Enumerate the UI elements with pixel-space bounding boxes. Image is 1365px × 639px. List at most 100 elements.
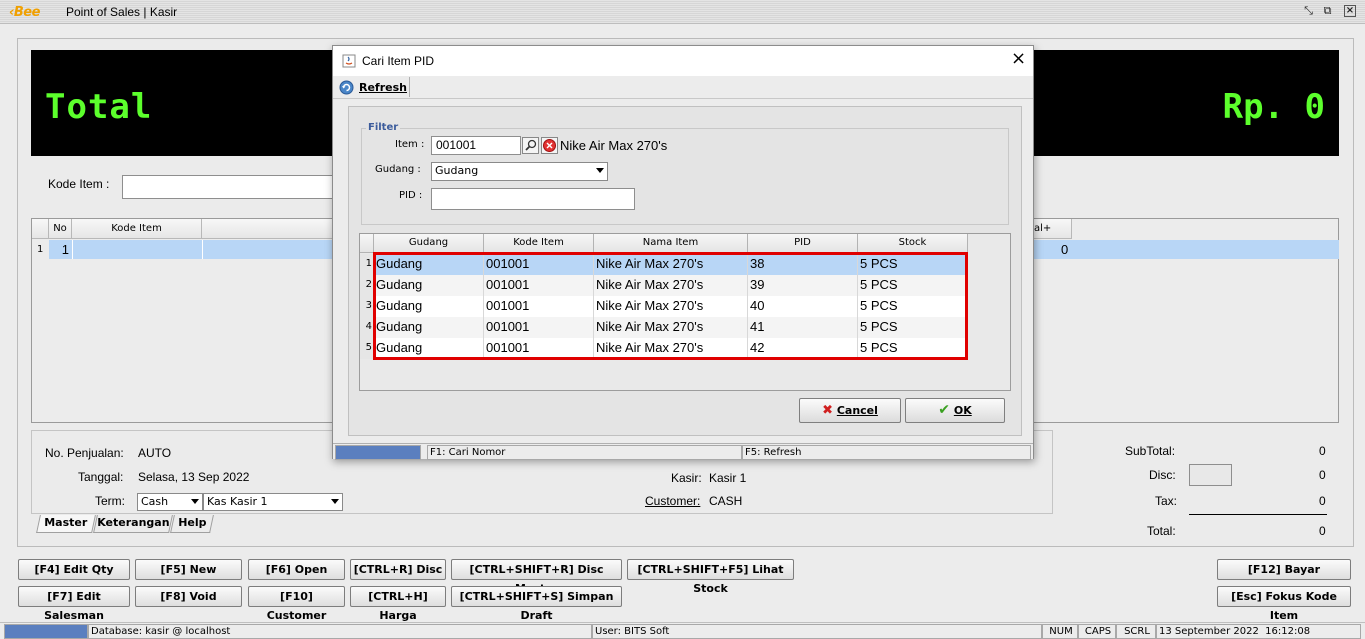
- dialog-status-progress: [335, 445, 421, 460]
- pid-input[interactable]: [431, 188, 635, 210]
- subtotal-label: SubTotal:: [1125, 444, 1176, 458]
- tab-keterangan[interactable]: Keterangan: [93, 515, 173, 533]
- status-database: Database: kasir @ localhost: [88, 624, 592, 639]
- kas-select[interactable]: Kas Kasir 1: [203, 493, 343, 511]
- status-scrl: SCRL: [1116, 624, 1156, 639]
- status-bar: Database: kasir @ localhost User: BITS S…: [0, 622, 1365, 639]
- window-title: Point of Sales | Kasir: [66, 5, 178, 19]
- pid-label: PID :: [399, 190, 423, 201]
- disc-button[interactable]: [CTRL+R] Disc: [350, 559, 446, 580]
- status-datetime: 13 September 2022 16:12:08: [1156, 624, 1361, 639]
- title-bar: ‹Bee Point of Sales | Kasir ⤡ ⧉ ×: [0, 0, 1365, 24]
- column-header: [202, 219, 333, 239]
- harga-button[interactable]: [CTRL+H] Harga: [350, 586, 446, 622]
- cari-item-pid-dialog: Cari Item PID × Refresh Filter Item : 00…: [332, 45, 1034, 460]
- gudang-select[interactable]: Gudang: [431, 162, 608, 181]
- kasir-label: Kasir:: [671, 471, 702, 485]
- row-number: 2: [360, 275, 374, 296]
- kode-item-input[interactable]: [122, 175, 334, 199]
- tab-master-label: Master: [44, 516, 88, 529]
- column-header-kode-item: Kode Item: [484, 234, 594, 253]
- new-button[interactable]: [F5] New: [135, 559, 242, 580]
- term-select[interactable]: Cash: [137, 493, 203, 511]
- tax-label: Tax:: [1155, 494, 1178, 508]
- simpan-draft-button[interactable]: [CTRL+SHIFT+S] Simpan Draft: [451, 586, 622, 622]
- minimize-icon[interactable]: ⤡: [1301, 4, 1316, 19]
- kas-selected: Kas Kasir 1: [207, 495, 268, 508]
- app-logo: ‹Bee: [9, 5, 40, 20]
- disc-label: Disc:: [1149, 468, 1176, 482]
- tab-help[interactable]: Help: [170, 515, 214, 533]
- edit-salesman-button[interactable]: [F7] Edit Salesman: [18, 586, 130, 622]
- edit-qty-button[interactable]: [F4] Edit Qty: [18, 559, 130, 580]
- column-header-nama-item: Nama Item: [594, 234, 748, 253]
- row-number: 5: [360, 338, 374, 359]
- kode-item-label: Kode Item :: [48, 177, 110, 191]
- kasir-value: Kasir 1: [709, 471, 747, 485]
- clear-icon: [543, 139, 556, 152]
- total-label: Total:: [1147, 524, 1176, 538]
- lihat-stock-button[interactable]: [CTRL+SHIFT+F5] Lihat Stock: [627, 559, 794, 595]
- total-value: 0: [1319, 524, 1326, 538]
- dialog-toolbar: Refresh: [333, 76, 1033, 99]
- display-total-amount: Rp. 0: [1222, 87, 1325, 127]
- dialog-title: Cari Item PID: [362, 54, 435, 68]
- status-user: User: BITS Soft: [592, 624, 1042, 639]
- customer-button[interactable]: [F10] Customer: [248, 586, 345, 622]
- item-input[interactable]: 001001: [431, 136, 521, 155]
- cancel-icon: ✖: [822, 403, 833, 418]
- tab-help-label: Help: [178, 516, 207, 529]
- cell-divider: [72, 240, 73, 259]
- column-header-no: No: [49, 219, 72, 239]
- column-header-stock: Stock: [858, 234, 968, 253]
- chevron-down-icon: [596, 168, 604, 173]
- dialog-status-f5: F5: Refresh: [742, 445, 1031, 460]
- no-penjualan-label: No. Penjualan:: [45, 446, 124, 460]
- term-label: Term:: [95, 494, 125, 508]
- ok-button[interactable]: ✔ OK: [905, 398, 1005, 423]
- search-button[interactable]: [522, 137, 539, 154]
- column-header-gudang: Gudang: [374, 234, 484, 253]
- status-num: NUM: [1042, 624, 1078, 639]
- gudang-selected: Gudang: [435, 164, 479, 177]
- check-icon: ✔: [938, 402, 950, 418]
- row-header-corner: [32, 219, 49, 239]
- refresh-icon: [339, 80, 354, 95]
- dialog-status-f1: F1: Cari Nomor: [427, 445, 742, 460]
- clear-button[interactable]: [541, 137, 558, 154]
- close-window-icon[interactable]: ×: [1344, 5, 1356, 17]
- void-button[interactable]: [F8] Void: [135, 586, 242, 607]
- dialog-status-bar: F1: Cari Nomor F5: Refresh: [333, 443, 1033, 460]
- disc-master-button[interactable]: [CTRL+SHIFT+R] Disc Master: [451, 559, 622, 595]
- status-progress: [4, 624, 88, 639]
- row-number: 3: [360, 296, 374, 317]
- search-icon: [525, 139, 537, 151]
- open-button[interactable]: [F6] Open: [248, 559, 345, 580]
- row-number: 1: [360, 254, 374, 275]
- tax-value: 0: [1319, 494, 1326, 508]
- term-selected: Cash: [141, 495, 169, 508]
- column-header-total: al+: [1032, 219, 1072, 239]
- cancel-label: Cancel: [836, 404, 878, 417]
- bayar-button[interactable]: [F12] Bayar: [1217, 559, 1351, 580]
- filter-legend: Filter: [366, 122, 401, 133]
- refresh-button[interactable]: Refresh: [337, 77, 410, 97]
- refresh-label: Refresh: [359, 81, 407, 94]
- customer-label[interactable]: Customer:: [645, 494, 700, 508]
- fokus-kode-item-button[interactable]: [Esc] Fokus Kode Item: [1217, 586, 1351, 622]
- tanggal-label: Tanggal:: [78, 470, 124, 484]
- dialog-title-bar: Cari Item PID ×: [333, 46, 1033, 76]
- column-header-kode-item: Kode Item: [72, 219, 202, 239]
- restore-icon[interactable]: ⧉: [1320, 4, 1335, 19]
- item-label: Item :: [395, 139, 425, 150]
- cancel-button[interactable]: ✖ Cancel: [799, 398, 901, 423]
- gudang-label: Gudang :: [375, 164, 421, 175]
- close-icon[interactable]: ×: [1011, 50, 1026, 68]
- ok-label: OK: [953, 404, 972, 417]
- tab-master[interactable]: Master: [36, 515, 96, 533]
- cell-no: 1: [61, 242, 69, 257]
- row-header-corner: [360, 234, 374, 253]
- disc-input[interactable]: [1189, 464, 1232, 486]
- item-name: Nike Air Max 270's: [560, 138, 668, 153]
- logo-text: Bee: [13, 5, 41, 20]
